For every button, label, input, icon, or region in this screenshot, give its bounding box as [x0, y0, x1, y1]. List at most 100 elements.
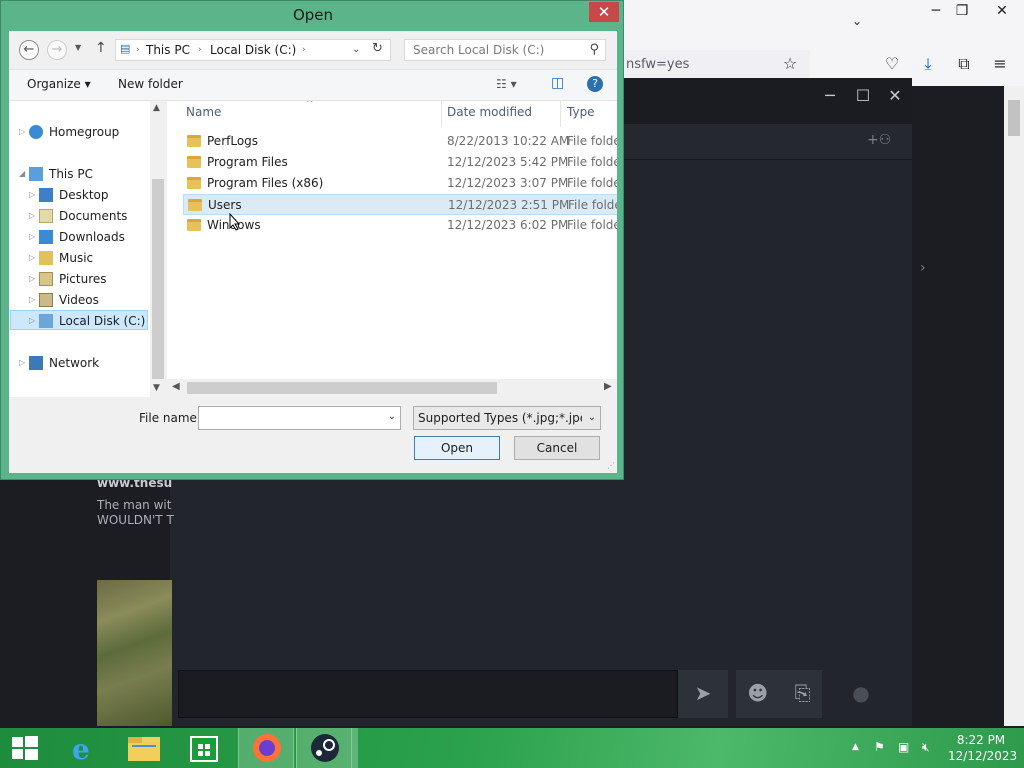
browser-close-button[interactable]: ✕	[986, 0, 1018, 24]
voice-icon[interactable]: ●	[836, 670, 886, 718]
network-tray-icon[interactable]: ▣	[898, 740, 909, 754]
download-icon[interactable]: ⤓	[917, 54, 939, 74]
nav-item-network[interactable]: ▷ Network	[19, 353, 147, 373]
chevron-down-icon[interactable]: ⌄	[846, 11, 868, 31]
expand-arrow-icon[interactable]: ▷	[29, 227, 35, 247]
page-scrollbar[interactable]	[1004, 86, 1024, 726]
expand-arrow-icon[interactable]: ▷	[29, 269, 35, 289]
expand-arrow-icon[interactable]: ▷	[19, 353, 25, 373]
forward-button[interactable]: →	[47, 40, 67, 60]
help-icon[interactable]: ?	[587, 76, 603, 92]
new-folder-button[interactable]: New folder	[118, 77, 183, 91]
steam-minimize-button[interactable]: ─	[815, 86, 845, 105]
scroll-down-icon[interactable]: ▼	[153, 383, 160, 393]
expand-arrow-icon[interactable]: ▷	[29, 206, 35, 226]
up-arrow-icon[interactable]: ↑	[95, 40, 107, 56]
add-friend-icon[interactable]: +⚇	[867, 132, 891, 148]
column-header-name[interactable]: Name	[186, 105, 221, 119]
volume-muted-icon[interactable]: 🔇︎	[922, 740, 930, 755]
paperclip-icon[interactable]: ⎘	[795, 681, 811, 705]
table-row[interactable]: Program Files (x86) 12/12/2023 3:07 PM F…	[183, 173, 617, 194]
send-icon[interactable]: ➤	[678, 670, 728, 718]
steam-icon[interactable]	[296, 728, 352, 768]
cancel-button[interactable]: Cancel	[514, 436, 600, 460]
file-name-input[interactable]: ⌄	[198, 406, 401, 430]
computer-icon	[29, 167, 43, 181]
column-header-type[interactable]: Type	[567, 105, 595, 119]
horizontal-scrollbar-thumb[interactable]	[187, 382, 497, 394]
chat-image-thumbnail[interactable]	[97, 580, 172, 726]
nav-item-music[interactable]: ▷ Music	[29, 248, 147, 268]
navigation-scrollbar-thumb[interactable]	[152, 179, 164, 379]
extensions-icon[interactable]: ⧉	[953, 54, 975, 74]
system-clock[interactable]: 8:22 PM 12/12/2023	[948, 732, 1017, 764]
chevron-right-icon[interactable]: ›	[920, 260, 926, 276]
page-scrollbar-thumb[interactable]	[1008, 100, 1020, 136]
file-list-horizontal-scrollbar[interactable]: ◀ ▶	[167, 379, 617, 397]
pocket-icon[interactable]: ♡	[881, 54, 903, 74]
open-button[interactable]: Open	[414, 436, 500, 460]
scroll-up-icon[interactable]: ▲	[153, 103, 160, 113]
menu-icon[interactable]: ≡	[989, 54, 1011, 74]
expand-arrow-icon[interactable]: ▷	[29, 185, 35, 205]
emoji-icon[interactable]: ☻	[747, 681, 768, 705]
store-icon[interactable]	[176, 728, 232, 768]
nav-item-documents[interactable]: ▷ Documents	[29, 206, 147, 226]
file-explorer-icon[interactable]	[116, 728, 172, 768]
breadcrumb-this-pc[interactable]: This PC	[146, 43, 190, 57]
table-row-selected[interactable]: Users 12/12/2023 2:51 PM File folder	[183, 194, 617, 215]
recent-locations-chevron-icon[interactable]: ▼	[75, 43, 81, 52]
back-button[interactable]: ←	[19, 40, 39, 60]
nav-item-label: Desktop	[59, 188, 109, 202]
nav-item-homegroup[interactable]: ▷ Homegroup	[19, 122, 147, 142]
file-date: 12/12/2023 2:51 PM	[448, 198, 570, 212]
nav-item-this-pc[interactable]: ◢ This PC	[19, 164, 147, 184]
steam-close-button[interactable]: ✕	[880, 86, 910, 105]
dialog-close-button[interactable]: ✕	[589, 2, 619, 22]
search-input[interactable]: Search Local Disk (C:) ⚲	[404, 39, 606, 61]
start-icon[interactable]	[0, 728, 56, 768]
column-header-date[interactable]: Date modified	[447, 105, 532, 119]
file-name: Program Files (x86)	[207, 176, 324, 190]
address-dropdown-icon[interactable]: ⌄	[352, 44, 360, 55]
table-row[interactable]: Windows 12/12/2023 6:02 PM File folder	[183, 215, 617, 236]
collapse-arrow-icon[interactable]: ◢	[19, 164, 25, 184]
expand-arrow-icon[interactable]: ▷	[19, 122, 25, 142]
file-type-dropdown-icon[interactable]: ⌄	[588, 412, 596, 423]
internet-explorer-icon[interactable]: e	[56, 728, 112, 768]
flag-icon[interactable]: ⚑	[874, 740, 885, 754]
file-name-dropdown-icon[interactable]: ⌄	[388, 411, 396, 422]
expand-arrow-icon[interactable]: ▷	[29, 311, 35, 331]
view-options-icon[interactable]: ☷ ▾	[496, 77, 517, 91]
file-type-select[interactable]: Supported Types (*.jpg;*.jpeg;* ⌄	[413, 406, 601, 430]
organize-button[interactable]: Organize ▾	[27, 77, 91, 91]
star-icon[interactable]: ☆	[779, 54, 801, 74]
nav-item-local-disk[interactable]: ▷ Local Disk (C:)	[10, 310, 148, 330]
column-divider[interactable]	[560, 101, 561, 127]
nav-item-videos[interactable]: ▷ Videos	[29, 290, 147, 310]
steam-maximize-button[interactable]: ☐	[848, 86, 878, 105]
nav-item-desktop[interactable]: ▷ Desktop	[29, 185, 147, 205]
chat-message-input[interactable]	[178, 670, 678, 718]
scroll-right-icon[interactable]: ▶	[604, 381, 612, 392]
scroll-left-icon[interactable]: ◀	[172, 381, 180, 392]
preview-pane-icon[interactable]: ◫	[551, 75, 564, 91]
browser-restore-button[interactable]: ❐	[946, 0, 978, 24]
show-hidden-icons-icon[interactable]: ▲	[852, 742, 859, 752]
firefox-icon[interactable]	[238, 728, 294, 768]
address-bar[interactable]: ▤ › This PC › Local Disk (C:) › ⌄ ↻	[115, 39, 391, 61]
column-divider[interactable]	[441, 101, 442, 127]
chevron-right-icon[interactable]: ›	[302, 45, 306, 55]
nav-item-downloads[interactable]: ▷ Downloads	[29, 227, 147, 247]
nav-item-label: Network	[49, 356, 100, 370]
breadcrumb-local-disk[interactable]: Local Disk (C:)	[210, 43, 296, 57]
table-row[interactable]: Program Files 12/12/2023 5:42 PM File fo…	[183, 152, 617, 173]
expand-arrow-icon[interactable]: ▷	[29, 248, 35, 268]
nav-item-pictures[interactable]: ▷ Pictures	[29, 269, 147, 289]
resize-grip-icon[interactable]: ⋰	[607, 461, 615, 470]
navigation-scrollbar[interactable]: ▲ ▼	[150, 101, 166, 397]
expand-arrow-icon[interactable]: ▷	[29, 290, 35, 310]
url-text: nsfw=yes	[626, 57, 690, 72]
table-row[interactable]: PerfLogs 8/22/2013 10:22 AM File folder	[183, 131, 617, 152]
refresh-icon[interactable]: ↻	[372, 41, 383, 56]
